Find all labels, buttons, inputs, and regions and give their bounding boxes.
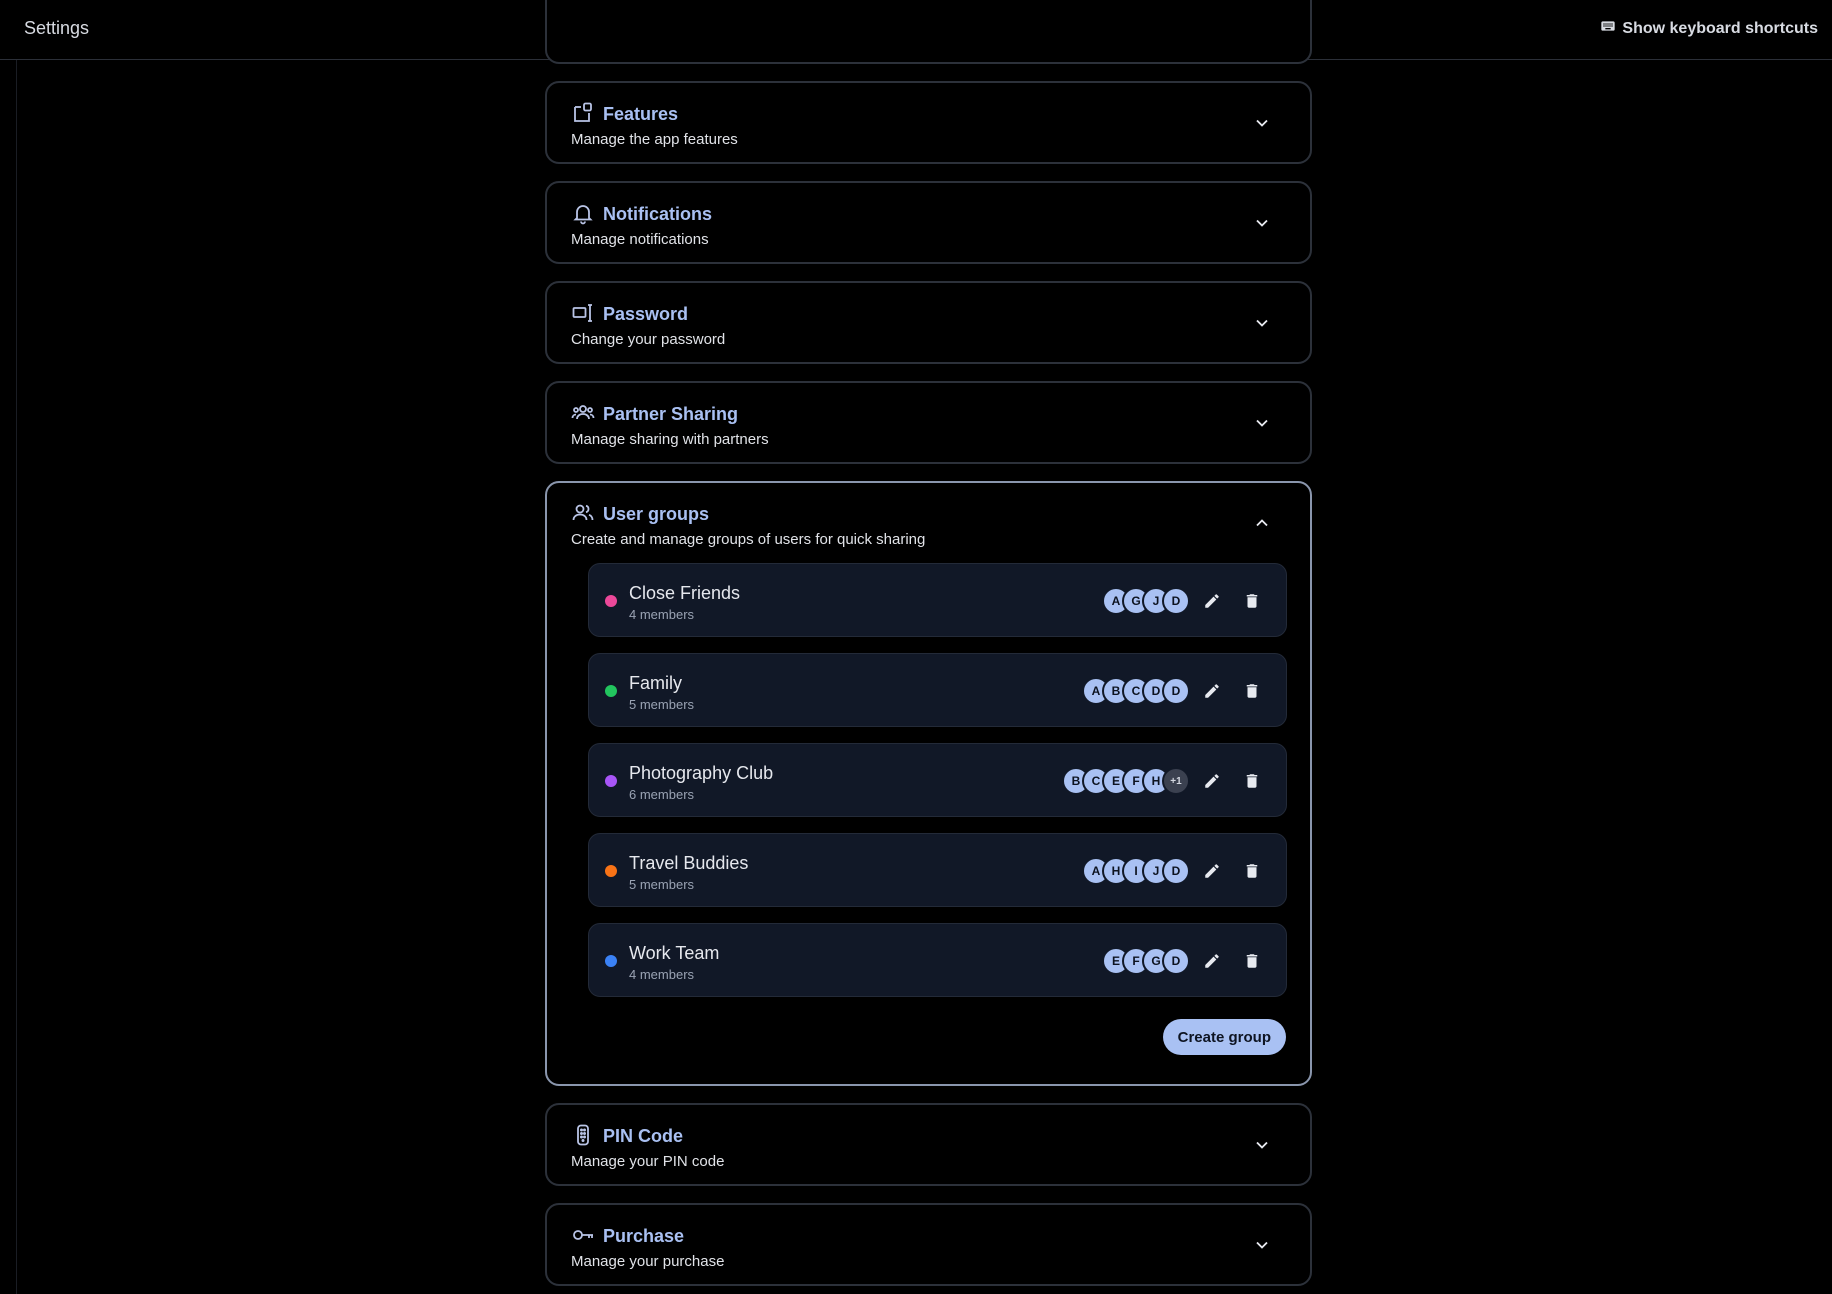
notifications-title: Notifications: [603, 204, 713, 224]
partner-sharing-header[interactable]: Partner Sharing Manage sharing with part…: [547, 383, 1310, 463]
accordion-panel-notifications[interactable]: Notifications Manage notifications: [545, 181, 1312, 264]
delete-icon[interactable]: [1238, 677, 1266, 705]
group-name: Travel Buddies: [629, 853, 749, 873]
group-member-count: 5 members: [629, 877, 695, 892]
accordion-panel-features[interactable]: Features Manage the app features: [545, 81, 1312, 164]
group-name: Work Team: [629, 943, 720, 963]
group-color-dot: [605, 595, 617, 607]
group-color-dot: [605, 955, 617, 967]
group-member-count: 6 members: [629, 787, 695, 802]
password-subtitle: Change your password: [571, 331, 726, 348]
pin-icon: [571, 1123, 595, 1147]
chevron-down-icon[interactable]: [1252, 1135, 1272, 1155]
group-row-close-friends[interactable]: Close Friends 4 members A G J D: [588, 563, 1287, 637]
member-avatars: E F G D: [1102, 947, 1190, 975]
chevron-down-icon[interactable]: [1252, 213, 1272, 233]
user-groups-subtitle: Create and manage groups of users for qu…: [571, 531, 926, 548]
accordion-panel-purchase[interactable]: Purchase Manage your purchase: [545, 1203, 1312, 1286]
avatar: D: [1162, 857, 1190, 885]
group-color-dot: [605, 865, 617, 877]
group-member-count: 4 members: [629, 607, 695, 622]
password-title: Password: [603, 304, 689, 324]
delete-icon[interactable]: [1238, 947, 1266, 975]
purchase-title: Purchase: [603, 1226, 685, 1246]
chevron-down-icon[interactable]: [1252, 1235, 1272, 1255]
avatar: D: [1162, 677, 1190, 705]
user-groups-header[interactable]: User groups Create and manage groups of …: [547, 483, 1310, 563]
delete-icon[interactable]: [1238, 857, 1266, 885]
purchase-subtitle: Manage your purchase: [571, 1253, 725, 1270]
divider: [16, 60, 17, 1294]
group-row-family[interactable]: Family 5 members A B C D D: [588, 653, 1287, 727]
edit-icon[interactable]: [1198, 677, 1226, 705]
keyboard-icon: [1600, 18, 1616, 39]
pin-code-title: PIN Code: [603, 1126, 684, 1146]
member-avatars: A G J D: [1102, 587, 1190, 615]
delete-icon[interactable]: [1238, 587, 1266, 615]
features-header[interactable]: Features Manage the app features: [547, 83, 1310, 163]
page-title: Settings: [24, 18, 90, 38]
edit-icon[interactable]: [1198, 587, 1226, 615]
features-icon: [571, 101, 595, 125]
chevron-down-icon[interactable]: [1252, 413, 1272, 433]
accordion-panel-pin-code[interactable]: PIN Code Manage your PIN code: [545, 1103, 1312, 1186]
group-member-count: 5 members: [629, 697, 695, 712]
accordion-panel-partner-sharing[interactable]: Partner Sharing Manage sharing with part…: [545, 381, 1312, 464]
edit-icon[interactable]: [1198, 947, 1226, 975]
key-icon: [571, 1223, 595, 1247]
edit-icon[interactable]: [1198, 767, 1226, 795]
show-keyboard-shortcuts-button[interactable]: Show keyboard shortcuts: [1600, 18, 1818, 39]
group-name: Photography Club: [629, 763, 774, 783]
chevron-down-icon[interactable]: [1252, 313, 1272, 333]
chevron-down-icon[interactable]: [1252, 113, 1272, 133]
bell-icon: [571, 201, 595, 225]
member-avatars: B C E F H +1: [1062, 767, 1190, 795]
group-name: Family: [629, 673, 682, 693]
features-title: Features: [603, 104, 679, 124]
delete-icon[interactable]: [1238, 767, 1266, 795]
avatar: D: [1162, 947, 1190, 975]
notifications-subtitle: Manage notifications: [571, 231, 709, 248]
create-group-button[interactable]: Create group: [1162, 1019, 1286, 1055]
group-row-work-team[interactable]: Work Team 4 members E F G D: [588, 923, 1287, 997]
pin-code-header[interactable]: PIN Code Manage your PIN code: [547, 1105, 1310, 1185]
accordion-panel-password[interactable]: Password Change your password: [545, 281, 1312, 364]
group-color-dot: [605, 685, 617, 697]
partner-sharing-subtitle: Manage sharing with partners: [571, 431, 769, 448]
group-member-count: 4 members: [629, 967, 695, 982]
accordion-panel-user-groups: User groups Create and manage groups of …: [545, 481, 1312, 1086]
member-avatars: A H I J D: [1082, 857, 1190, 885]
pin-code-subtitle: Manage your PIN code: [571, 1153, 725, 1170]
accordion-panel-previous[interactable]: [545, 0, 1312, 64]
password-header[interactable]: Password Change your password: [547, 283, 1310, 363]
group-row-photography-club[interactable]: Photography Club 6 members B C E F H +1: [588, 743, 1287, 817]
purchase-header[interactable]: Purchase Manage your purchase: [547, 1205, 1310, 1285]
partner-sharing-title: Partner Sharing: [603, 404, 739, 424]
shortcuts-label: Show keyboard shortcuts: [1622, 19, 1818, 37]
group-row-travel-buddies[interactable]: Travel Buddies 5 members A H I J D: [588, 833, 1287, 907]
avatar: D: [1162, 587, 1190, 615]
users-icon: [571, 501, 595, 525]
group-name: Close Friends: [629, 583, 741, 603]
password-icon: [571, 301, 595, 325]
group-color-dot: [605, 775, 617, 787]
more-members-badge: +1: [1162, 767, 1190, 795]
notifications-header[interactable]: Notifications Manage notifications: [547, 183, 1310, 263]
features-subtitle: Manage the app features: [571, 131, 738, 148]
edit-icon[interactable]: [1198, 857, 1226, 885]
user-groups-title: User groups: [603, 504, 710, 524]
chevron-up-icon[interactable]: [1252, 513, 1272, 533]
member-avatars: A B C D D: [1082, 677, 1190, 705]
partner-icon: [571, 401, 595, 425]
